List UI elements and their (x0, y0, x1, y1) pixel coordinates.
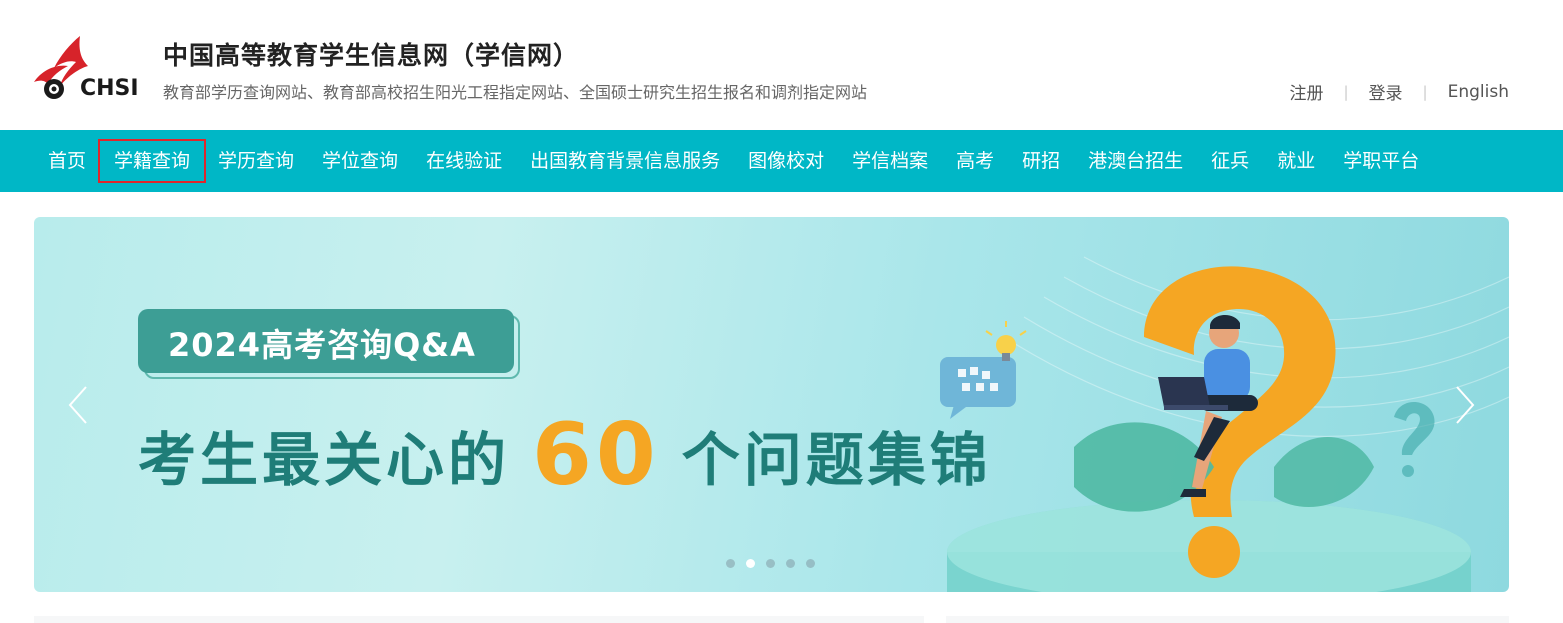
headline-prefix: 考生最关心的 (138, 426, 511, 494)
carousel-dot[interactable] (766, 559, 775, 568)
banner-carousel[interactable]: 2024高考咨询Q&A 考生最关心的 60 个问题集锦 (34, 217, 1509, 592)
nav-item-student-status[interactable]: 学籍查询 (98, 139, 207, 183)
nav-item-image-check[interactable]: 图像校对 (734, 141, 838, 181)
banner-illustration (940, 256, 1509, 592)
register-link[interactable]: 注册 (1289, 79, 1323, 104)
logo-text: CHSI (80, 76, 139, 101)
chevron-right-icon (1456, 386, 1475, 424)
carousel-dot[interactable] (786, 559, 795, 568)
prev-slide-button[interactable] (64, 383, 90, 427)
content-card-right (946, 616, 1509, 623)
nav-item-degree-query[interactable]: 学位查询 (308, 141, 412, 181)
nav-item-gaokao[interactable]: 高考 (942, 141, 1008, 181)
carousel-dots (726, 559, 826, 568)
main-nav: 首页 学籍查询 学历查询 学位查询 在线验证 出国教育背景信息服务 图像校对 学… (0, 130, 1563, 192)
carousel-dot-active[interactable] (746, 559, 755, 568)
site-subtitle: 教育部学历查询网站、教育部高校招生阳光工程指定网站、全国硕士研究生招生报名和调剂… (163, 83, 868, 102)
nav-item-home[interactable]: 首页 (34, 141, 100, 181)
top-links: 注册 | 登录 | English (1289, 79, 1509, 105)
nav-item-xuexin-archive[interactable]: 学信档案 (838, 141, 942, 181)
carousel-dot[interactable] (726, 559, 735, 568)
nav-list: 首页 学籍查询 学历查询 学位查询 在线验证 出国教育背景信息服务 图像校对 学… (34, 130, 1433, 192)
nav-item-conscription[interactable]: 征兵 (1197, 141, 1263, 181)
english-link[interactable]: English (1448, 82, 1509, 102)
site-title: 中国高等教育学生信息网（学信网） (163, 41, 580, 70)
headline-number: 60 (532, 405, 660, 505)
nav-item-hk-macao-taiwan[interactable]: 港澳台招生 (1074, 141, 1197, 181)
headline-suffix: 个问题集锦 (681, 426, 992, 494)
divider: | (1343, 82, 1349, 101)
login-link[interactable]: 登录 (1369, 79, 1403, 104)
carousel-dot[interactable] (806, 559, 815, 568)
nav-item-overseas-education[interactable]: 出国教育背景信息服务 (516, 141, 734, 181)
divider: | (1422, 82, 1428, 101)
content-card-left (34, 616, 924, 623)
next-slide-button[interactable] (1453, 383, 1479, 427)
banner-tag: 2024高考咨询Q&A (168, 326, 476, 364)
nav-item-yanzhao[interactable]: 研招 (1008, 141, 1074, 181)
nav-item-career-platform[interactable]: 学职平台 (1329, 141, 1433, 181)
nav-item-online-verify[interactable]: 在线验证 (412, 141, 516, 181)
banner-headline: 考生最关心的 60 个问题集锦 (138, 412, 992, 498)
chevron-left-icon (68, 386, 87, 424)
nav-item-employment[interactable]: 就业 (1263, 141, 1329, 181)
nav-item-degree-records[interactable]: 学历查询 (204, 141, 308, 181)
site-header: CHSI 中国高等教育学生信息网（学信网） 教育部学历查询网站、教育部高校招生阳… (0, 0, 1563, 130)
